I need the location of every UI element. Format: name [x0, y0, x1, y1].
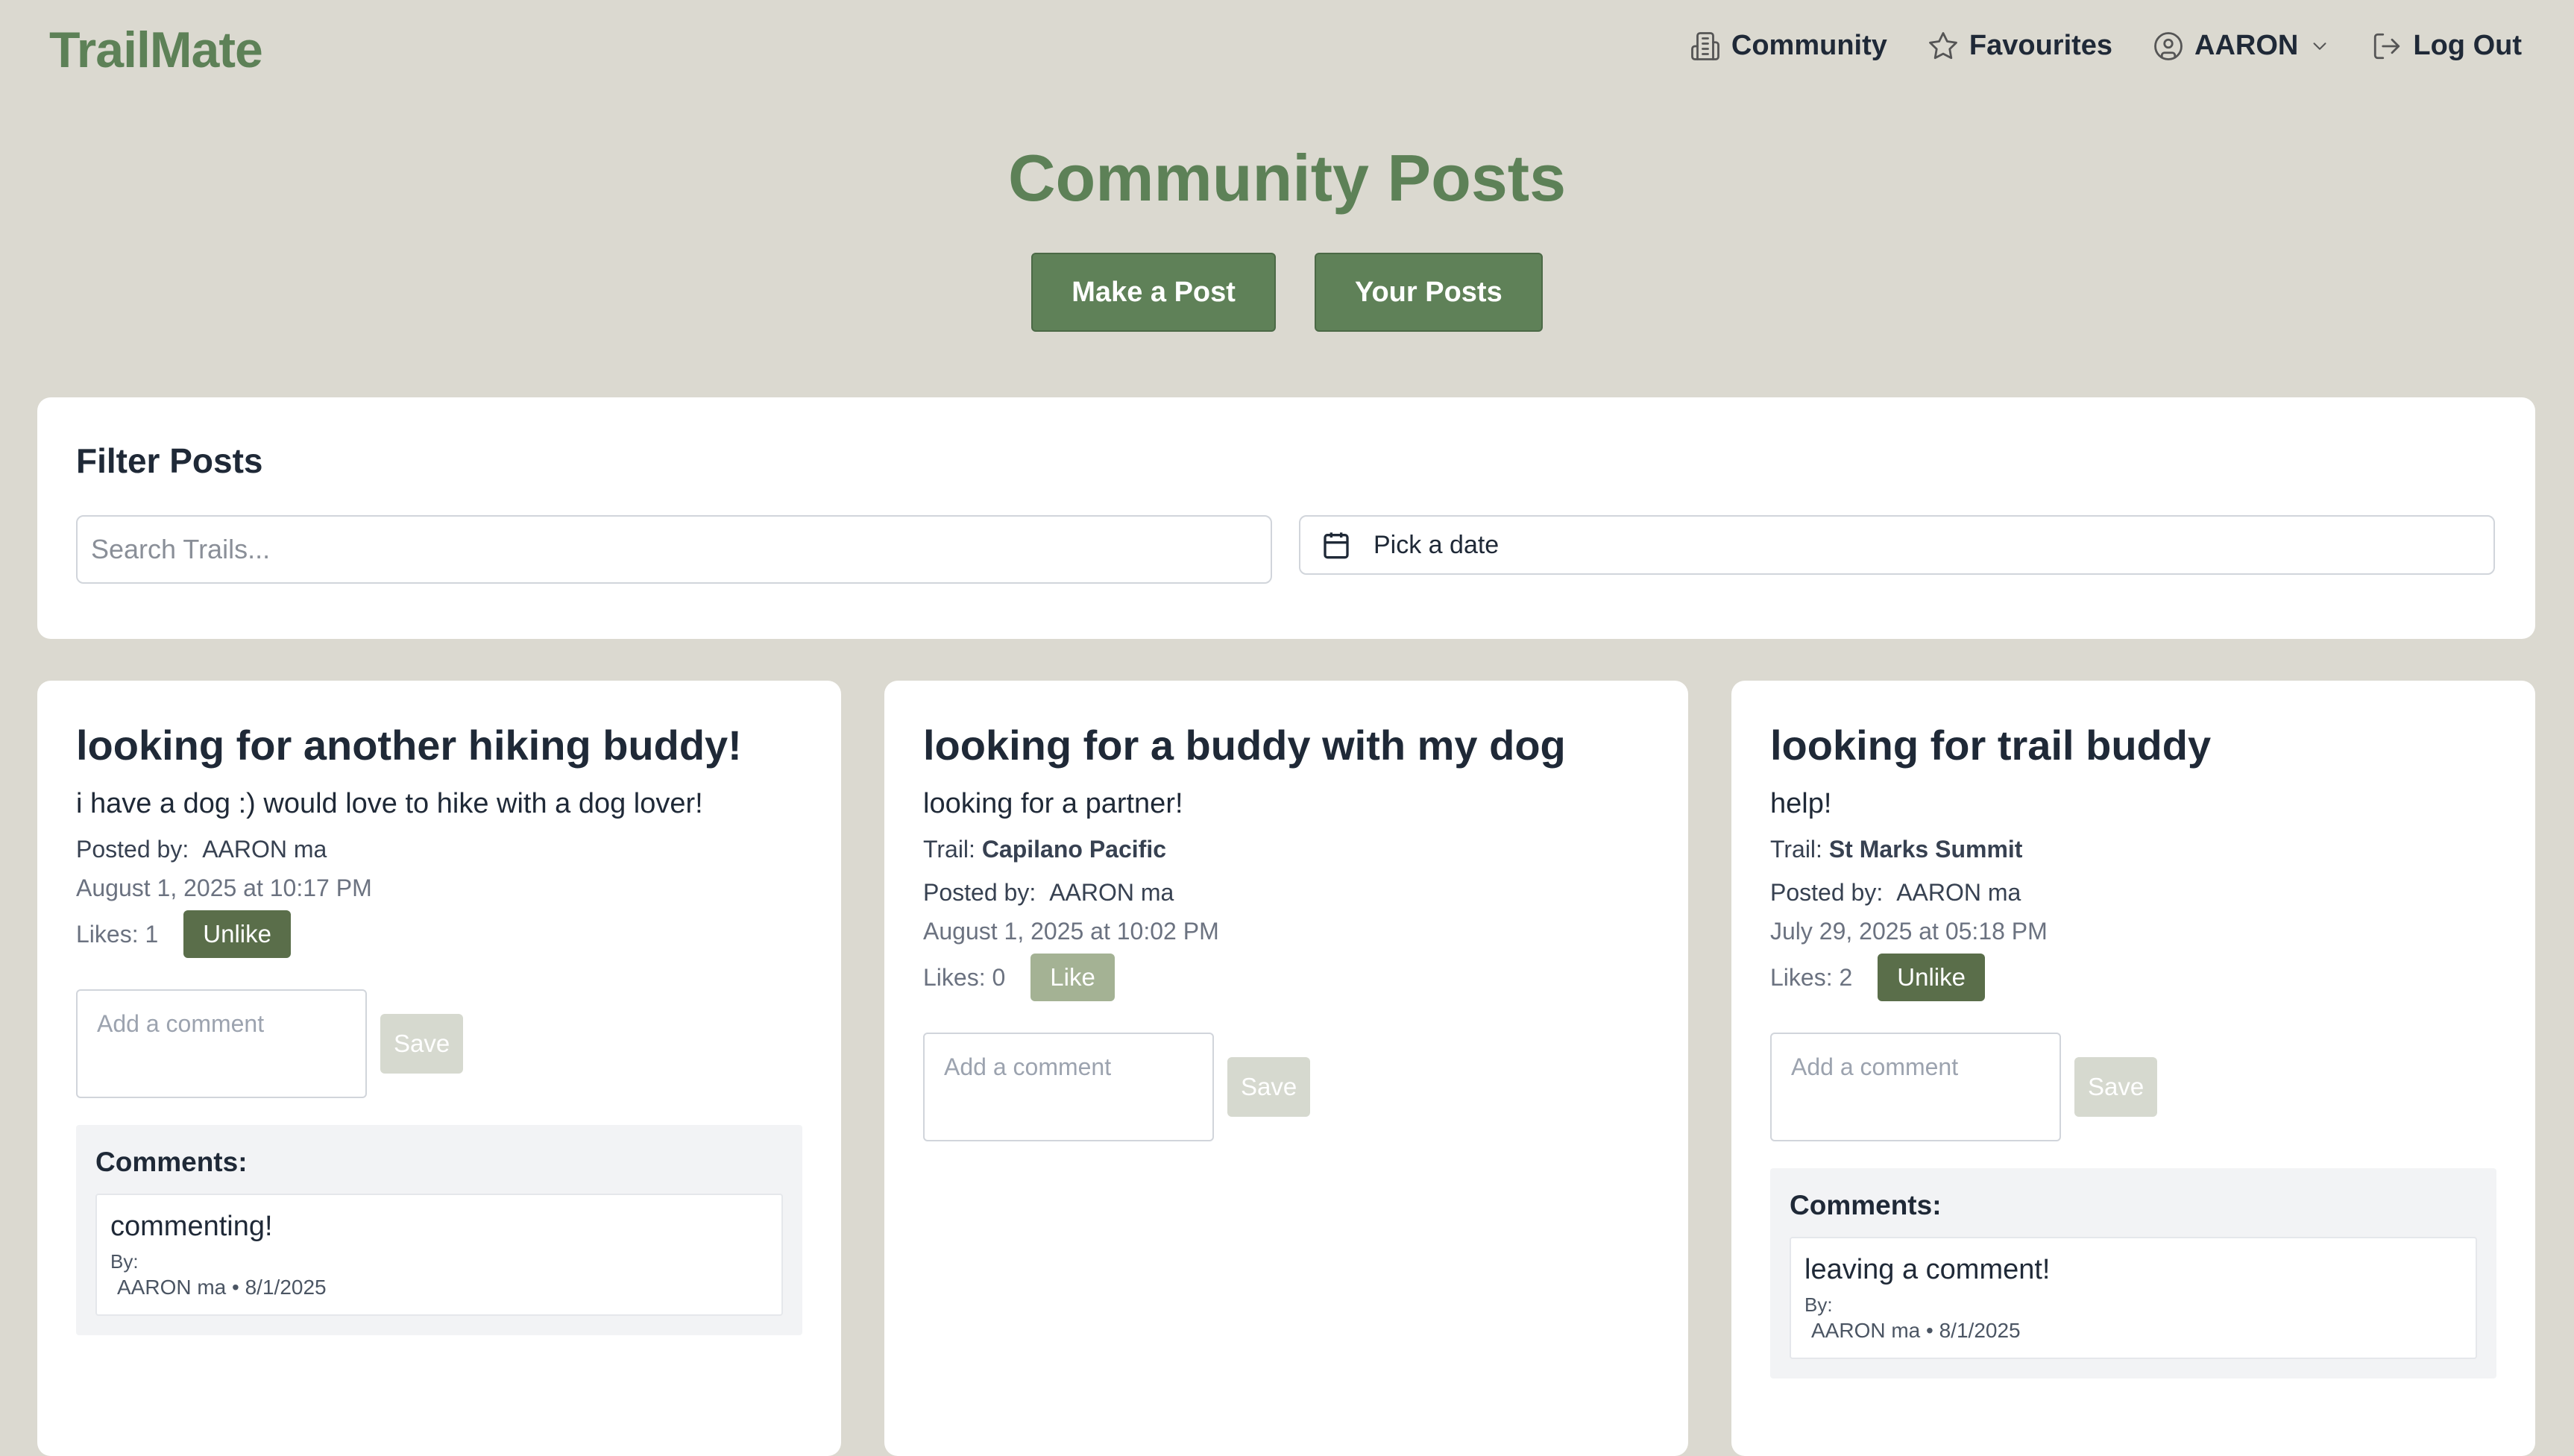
- post-card: looking for trail buddy help! Trail: St …: [1731, 681, 2535, 1456]
- comment-input[interactable]: [1770, 1033, 2061, 1141]
- trail-label: Trail:: [923, 836, 975, 863]
- search-trails-input[interactable]: [76, 515, 1272, 584]
- trail-name: Capilano Pacific: [981, 836, 1166, 863]
- comments-heading: Comments:: [95, 1147, 248, 1177]
- save-comment-button[interactable]: Save: [380, 1014, 464, 1074]
- trail-label: Trail:: [1770, 836, 1822, 863]
- posted-by-label: Posted by:: [1770, 879, 1884, 906]
- save-comment-button[interactable]: Save: [1227, 1057, 1311, 1117]
- post-author: Posted by: AARON ma: [76, 833, 802, 866]
- your-posts-button[interactable]: Your Posts: [1314, 253, 1543, 332]
- calendar-icon: [1324, 532, 1349, 559]
- likes-row: Likes: 0 Like: [923, 954, 1649, 1001]
- date-picker-label: Pick a date: [1373, 530, 1500, 559]
- user-menu-dropdown[interactable]: AARON: [2153, 30, 2331, 62]
- logout-label: Log Out: [2413, 30, 2522, 61]
- comment-item: leaving a comment! By: AARON ma • 8/1/20…: [1790, 1237, 2477, 1359]
- post-card: looking for another hiking buddy! i have…: [37, 681, 841, 1456]
- page-title: Community Posts: [1007, 141, 1567, 215]
- filter-title: Filter Posts: [76, 441, 263, 480]
- post-actions: Make a Post Your Posts: [0, 253, 2574, 332]
- post-title: looking for another hiking buddy!: [76, 722, 742, 769]
- post-author-name: AARON ma: [202, 836, 327, 863]
- comment-input[interactable]: [923, 1033, 1214, 1141]
- like-button[interactable]: Like: [1030, 954, 1115, 1001]
- comment-input[interactable]: [76, 989, 367, 1098]
- filter-panel: Filter Posts Pick a date: [37, 397, 2535, 639]
- post-author-name: AARON ma: [1896, 879, 2021, 906]
- post-body: looking for a partner!: [923, 788, 1183, 819]
- posts-grid: looking for another hiking buddy! i have…: [37, 681, 2535, 1456]
- nav-links: Community Favourites AARON Log Out: [1690, 30, 2522, 62]
- post-author: Posted by: AARON ma: [1770, 876, 2496, 909]
- post-trail: Trail: St Marks Summit: [1770, 833, 2496, 866]
- app-logo[interactable]: TrailMate: [49, 21, 263, 79]
- nav-favourites-link[interactable]: Favourites: [1928, 30, 2112, 62]
- user-circle-icon: [2154, 31, 2183, 60]
- post-body: i have a dog :) would love to hike with …: [76, 788, 703, 819]
- top-navbar: TrailMate Community Favourites AARON Log…: [0, 0, 2574, 104]
- post-card: looking for a buddy with my dog looking …: [884, 681, 1688, 1456]
- comment-by-label: By:: [1804, 1293, 1833, 1316]
- unlike-button[interactable]: Unlike: [1878, 954, 1985, 1001]
- posted-by-label: Posted by:: [923, 879, 1036, 906]
- likes-row: Likes: 1 Unlike: [76, 910, 802, 958]
- unlike-button[interactable]: Unlike: [183, 910, 291, 958]
- logout-icon: [2374, 33, 2400, 59]
- date-picker-button[interactable]: Pick a date: [1299, 515, 2495, 575]
- nav-community-link[interactable]: Community: [1690, 30, 1887, 62]
- nav-community-label: Community: [1731, 30, 1887, 61]
- post-trail: Trail: Capilano Pacific: [923, 833, 1649, 866]
- comment-text: commenting!: [110, 1211, 273, 1242]
- comment-meta: AARON ma • 8/1/2025: [117, 1276, 327, 1299]
- comments-section: Comments: commenting! By: AARON ma • 8/1…: [76, 1125, 802, 1335]
- star-icon: [1928, 31, 1957, 59]
- comments-section: Comments: leaving a comment! By: AARON m…: [1770, 1168, 2496, 1378]
- comment-meta: AARON ma • 8/1/2025: [1811, 1319, 2021, 1342]
- post-body: help!: [1770, 788, 1832, 819]
- make-post-button[interactable]: Make a Post: [1031, 253, 1276, 332]
- post-date: August 1, 2025 at 10:02 PM: [923, 918, 1219, 945]
- post-title: looking for a buddy with my dog: [923, 722, 1566, 769]
- comments-heading: Comments:: [1790, 1190, 1942, 1220]
- posted-by-label: Posted by:: [76, 836, 189, 863]
- post-date: July 29, 2025 at 05:18 PM: [1770, 918, 2048, 945]
- likes-count: Likes: 0: [923, 963, 1006, 991]
- comment-form: Save: [76, 989, 802, 1098]
- comment-form: Save: [1770, 1033, 2496, 1141]
- post-title: looking for trail buddy: [1770, 722, 2212, 769]
- comment-text: leaving a comment!: [1804, 1254, 2051, 1285]
- likes-count: Likes: 2: [1770, 963, 1853, 991]
- building-icon: [1690, 31, 1719, 60]
- comment-item: commenting! By: AARON ma • 8/1/2025: [95, 1194, 783, 1316]
- comment-form: Save: [923, 1033, 1649, 1141]
- logout-link[interactable]: Log Out: [2371, 30, 2522, 62]
- likes-count: Likes: 1: [76, 920, 159, 948]
- post-author: Posted by: AARON ma: [923, 876, 1649, 909]
- post-author-name: AARON ma: [1049, 879, 1174, 906]
- trail-name: St Marks Summit: [1828, 836, 2023, 863]
- post-date: August 1, 2025 at 10:17 PM: [76, 874, 372, 901]
- chevron-down-icon: [2313, 42, 2326, 50]
- comment-by-label: By:: [110, 1250, 139, 1273]
- likes-row: Likes: 2 Unlike: [1770, 954, 2496, 1001]
- user-name-label: AARON: [2194, 30, 2299, 61]
- save-comment-button[interactable]: Save: [2074, 1057, 2158, 1117]
- nav-favourites-label: Favourites: [1969, 30, 2113, 61]
